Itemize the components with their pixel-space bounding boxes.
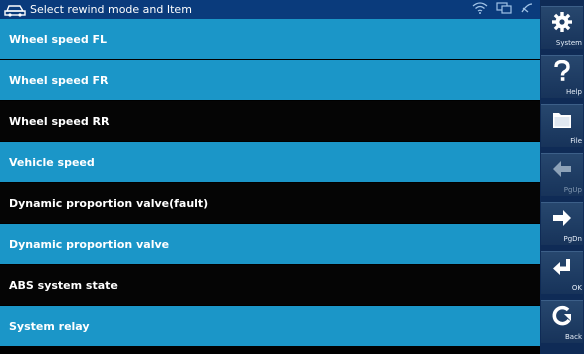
arrow-left-icon: [553, 161, 571, 177]
enter-icon: [553, 259, 570, 275]
pgup-button[interactable]: PgUp: [541, 153, 583, 196]
folder-icon: [553, 113, 571, 128]
list-item[interactable]: Wheel speed FR: [0, 60, 540, 100]
pgup-label: PgUp: [563, 186, 582, 194]
car-icon: [4, 4, 26, 17]
file-label: File: [570, 137, 582, 145]
file-button[interactable]: File: [541, 104, 583, 147]
system-button[interactable]: System: [541, 6, 583, 49]
list-item[interactable]: Wheel speed RR: [0, 101, 540, 141]
item-list: Wheel speed FL Wheel speed FR Wheel spee…: [0, 19, 540, 354]
back-label: Back: [565, 333, 582, 341]
title-bar: Select rewind mode and Item: [0, 0, 540, 19]
list-item[interactable]: Vehicle speed: [0, 142, 540, 182]
list-item[interactable]: Wheel speed FL: [0, 19, 540, 59]
back-button[interactable]: Back: [541, 300, 583, 343]
network-icon: [496, 2, 512, 14]
wifi-icon: [472, 2, 488, 14]
list-item[interactable]: Dynamic proportion valve: [0, 224, 540, 264]
help-label: Help: [566, 88, 582, 96]
list-item[interactable]: ABS system state: [0, 265, 540, 305]
gear-icon: [552, 12, 572, 32]
system-label: System: [555, 39, 582, 47]
ok-label: OK: [571, 284, 582, 292]
pgdn-button[interactable]: PgDn: [541, 202, 583, 245]
ok-button[interactable]: OK: [541, 251, 583, 294]
list-item[interactable]: Dynamic proportion valve(fault): [0, 183, 540, 223]
list-item[interactable]: System relay: [0, 306, 540, 346]
arrow-right-icon: [553, 210, 571, 226]
link-icon: [521, 3, 533, 13]
pgdn-label: PgDn: [563, 235, 583, 243]
question-icon: [554, 60, 570, 81]
sidebar: System Help File PgUp PgDn OK Back: [540, 0, 584, 354]
page-title: Select rewind mode and Item: [30, 3, 192, 16]
help-button[interactable]: Help: [541, 55, 583, 98]
back-icon: [552, 305, 571, 326]
